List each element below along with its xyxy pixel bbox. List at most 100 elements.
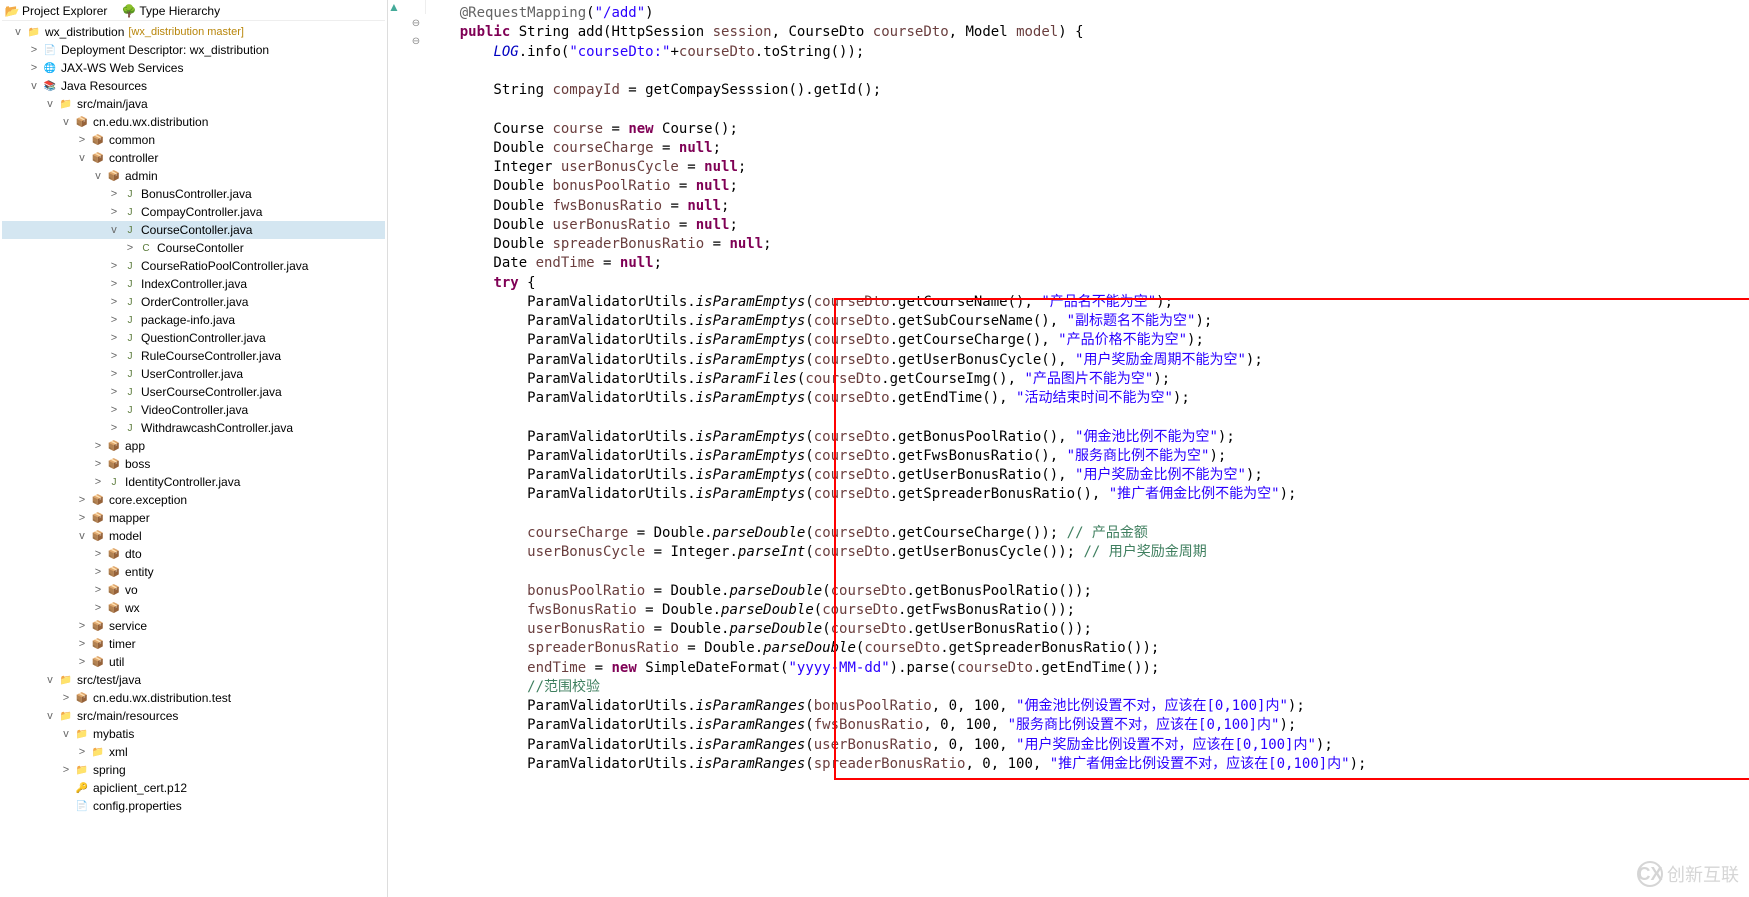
watermark-text: 创新互联: [1667, 861, 1739, 887]
expand-icon[interactable]: v: [10, 26, 26, 38]
expand-icon[interactable]: >: [90, 584, 106, 596]
item-icon: 📦: [90, 492, 106, 508]
tree-item[interactable]: >📄Deployment Descriptor: wx_distribution: [2, 41, 385, 59]
expand-icon[interactable]: >: [58, 764, 74, 776]
tree-item[interactable]: >📦cn.edu.wx.distribution.test: [2, 689, 385, 707]
expand-icon[interactable]: v: [58, 116, 74, 128]
project-explorer-panel[interactable]: 📂 Project Explorer 🌳 Type Hierarchy v 📁 …: [0, 0, 388, 897]
tree-label: mybatis: [93, 727, 134, 741]
code-content[interactable]: @RequestMapping("/add") public String ad…: [388, 0, 1749, 774]
tab-project-explorer[interactable]: Project Explorer: [22, 4, 107, 18]
tree-item[interactable]: >JCourseRatioPoolController.java: [2, 257, 385, 275]
expand-icon[interactable]: >: [106, 332, 122, 344]
tree-item[interactable]: v📁mybatis: [2, 725, 385, 743]
tree-item[interactable]: >JCompayController.java: [2, 203, 385, 221]
tree-item[interactable]: >JQuestionController.java: [2, 329, 385, 347]
expand-icon[interactable]: >: [74, 620, 90, 632]
expand-icon[interactable]: >: [90, 476, 106, 488]
tree-item[interactable]: >📦entity: [2, 563, 385, 581]
tree-item[interactable]: >📦boss: [2, 455, 385, 473]
expand-icon[interactable]: >: [106, 386, 122, 398]
tree-item[interactable]: >JOrderController.java: [2, 293, 385, 311]
tree-item[interactable]: >📦vo: [2, 581, 385, 599]
expand-icon[interactable]: >: [74, 512, 90, 524]
tree-item[interactable]: 🔑apiclient_cert.p12: [2, 779, 385, 797]
tree-item[interactable]: >📦common: [2, 131, 385, 149]
expand-icon[interactable]: v: [106, 224, 122, 236]
tree-item[interactable]: v📁src/main/java: [2, 95, 385, 113]
tree-item[interactable]: >📦mapper: [2, 509, 385, 527]
item-icon: 📁: [58, 708, 74, 724]
tree-item[interactable]: >📦util: [2, 653, 385, 671]
expand-icon[interactable]: >: [90, 602, 106, 614]
expand-icon[interactable]: >: [90, 458, 106, 470]
fold-icon[interactable]: ⊖: [410, 18, 422, 29]
tree-item[interactable]: >CCourseContoller: [2, 239, 385, 257]
fold-icon[interactable]: ⊖: [410, 36, 422, 47]
tree-item[interactable]: >JUserController.java: [2, 365, 385, 383]
tree-root[interactable]: v 📁 wx_distribution [wx_distribution mas…: [2, 23, 385, 41]
tree-item[interactable]: >Jpackage-info.java: [2, 311, 385, 329]
tree-item[interactable]: >JVideoController.java: [2, 401, 385, 419]
tree-item[interactable]: v📦model: [2, 527, 385, 545]
expand-icon[interactable]: v: [74, 152, 90, 164]
expand-icon[interactable]: >: [106, 278, 122, 290]
expand-icon[interactable]: v: [42, 710, 58, 722]
expand-icon[interactable]: >: [90, 548, 106, 560]
expand-icon[interactable]: >: [122, 242, 138, 254]
expand-icon[interactable]: >: [106, 350, 122, 362]
tree-item[interactable]: v📁src/test/java: [2, 671, 385, 689]
expand-icon[interactable]: >: [26, 44, 42, 56]
tree-item[interactable]: >JIdentityController.java: [2, 473, 385, 491]
expand-icon[interactable]: v: [90, 170, 106, 182]
expand-icon[interactable]: >: [106, 188, 122, 200]
expand-icon[interactable]: >: [74, 134, 90, 146]
expand-icon[interactable]: >: [106, 206, 122, 218]
tree-item[interactable]: >JWithdrawcashController.java: [2, 419, 385, 437]
tree-item[interactable]: v📁src/main/resources: [2, 707, 385, 725]
tree-item[interactable]: >📁spring: [2, 761, 385, 779]
tree-item[interactable]: >📦timer: [2, 635, 385, 653]
tree-item[interactable]: 📄config.properties: [2, 797, 385, 815]
expand-icon[interactable]: >: [106, 422, 122, 434]
expand-icon[interactable]: >: [106, 260, 122, 272]
expand-icon[interactable]: >: [106, 368, 122, 380]
expand-icon[interactable]: >: [74, 494, 90, 506]
expand-icon[interactable]: v: [42, 98, 58, 110]
code-editor[interactable]: ⊖ ⊖ ▲ @RequestMapping("/add") public Str…: [388, 0, 1749, 897]
project-tree[interactable]: v 📁 wx_distribution [wx_distribution mas…: [2, 21, 385, 817]
expand-icon[interactable]: >: [106, 404, 122, 416]
tree-item[interactable]: v📦cn.edu.wx.distribution: [2, 113, 385, 131]
expand-icon[interactable]: >: [74, 656, 90, 668]
expand-icon[interactable]: >: [74, 638, 90, 650]
tree-item[interactable]: >📦core.exception: [2, 491, 385, 509]
tab-type-hierarchy[interactable]: Type Hierarchy: [139, 4, 220, 18]
tree-item[interactable]: >📦service: [2, 617, 385, 635]
tree-item[interactable]: >📦wx: [2, 599, 385, 617]
expand-icon[interactable]: >: [106, 296, 122, 308]
tree-item[interactable]: >JIndexController.java: [2, 275, 385, 293]
expand-icon[interactable]: >: [58, 692, 74, 704]
expand-icon[interactable]: >: [106, 314, 122, 326]
tree-item[interactable]: >📦app: [2, 437, 385, 455]
expand-icon[interactable]: >: [90, 440, 106, 452]
tree-item[interactable]: >📦dto: [2, 545, 385, 563]
expand-icon[interactable]: >: [74, 746, 90, 758]
expand-icon[interactable]: v: [58, 728, 74, 740]
tree-item[interactable]: >JUserCourseController.java: [2, 383, 385, 401]
expand-icon[interactable]: v: [74, 530, 90, 542]
tree-item[interactable]: vJCourseContoller.java: [2, 221, 385, 239]
expand-icon[interactable]: v: [42, 674, 58, 686]
tree-item[interactable]: v📦controller: [2, 149, 385, 167]
tree-item[interactable]: v📦admin: [2, 167, 385, 185]
expand-icon[interactable]: >: [90, 566, 106, 578]
tree-item[interactable]: >JBonusController.java: [2, 185, 385, 203]
tree-item[interactable]: >JRuleCourseController.java: [2, 347, 385, 365]
expand-icon[interactable]: v: [26, 80, 42, 92]
item-icon: J: [122, 420, 138, 436]
tree-item[interactable]: v📚Java Resources: [2, 77, 385, 95]
expand-icon[interactable]: >: [26, 62, 42, 74]
tree-label: apiclient_cert.p12: [93, 781, 187, 795]
tree-item[interactable]: >📁xml: [2, 743, 385, 761]
tree-item[interactable]: >🌐JAX-WS Web Services: [2, 59, 385, 77]
